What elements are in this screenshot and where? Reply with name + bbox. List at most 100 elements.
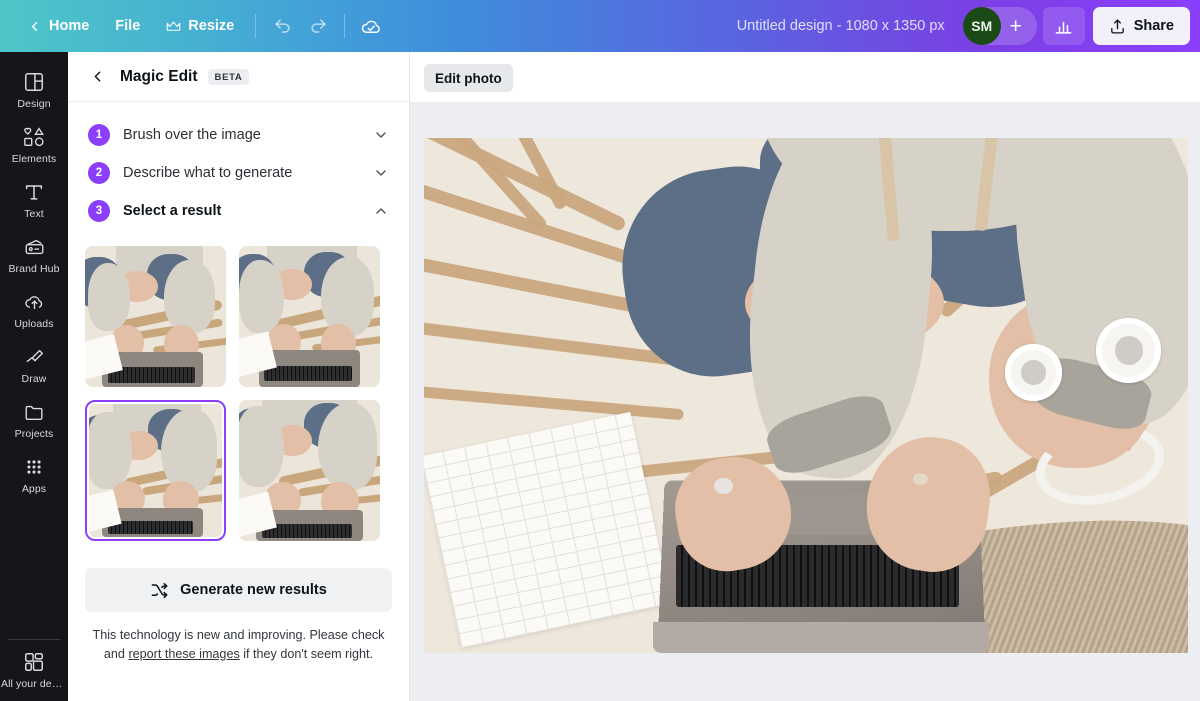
sidebar-item-label: Design bbox=[17, 98, 51, 110]
avatar[interactable]: SM bbox=[962, 7, 1001, 45]
result-thumbnail[interactable] bbox=[239, 246, 380, 387]
sidebar-item-label: All your desi... bbox=[1, 678, 67, 690]
brand-wallet-icon bbox=[23, 236, 46, 258]
step-label: Select a result bbox=[123, 203, 222, 219]
folder-icon bbox=[23, 401, 46, 423]
panel-header: Magic Edit BETA bbox=[68, 52, 409, 102]
magic-edit-panel: Magic Edit BETA 1 Brush over the image 2… bbox=[68, 52, 410, 701]
sidebar-item-label: Apps bbox=[21, 483, 47, 495]
sidebar-item-projects[interactable]: Projects bbox=[0, 392, 68, 447]
sidebar-item-draw[interactable]: Draw bbox=[0, 337, 68, 392]
sidebar-item-design[interactable]: Design bbox=[0, 62, 68, 117]
file-label: File bbox=[115, 18, 141, 34]
sidebar-item-label: Projects bbox=[14, 428, 54, 440]
step-brush-over-the-image[interactable]: 1 Brush over the image bbox=[85, 116, 392, 154]
report-these-images-link[interactable]: report these images bbox=[128, 647, 239, 661]
sidebar-item-elements[interactable]: Elements bbox=[0, 117, 68, 172]
sidebar-item-label: Uploads bbox=[14, 318, 54, 330]
sidebar-item-brand-hub[interactable]: Brand Hub bbox=[0, 227, 68, 282]
result-thumbnail[interactable] bbox=[85, 246, 226, 387]
chevron-up-icon[interactable] bbox=[373, 203, 389, 219]
sidebar-item-label: Elements bbox=[11, 153, 57, 165]
mini-photo bbox=[239, 400, 380, 541]
result-thumbnail-image bbox=[239, 246, 380, 387]
chevron-down-icon[interactable] bbox=[373, 127, 389, 143]
cloud-upload-icon bbox=[23, 291, 46, 313]
chevron-left-icon bbox=[27, 19, 42, 34]
sidebar-item-apps[interactable]: Apps bbox=[0, 447, 68, 502]
chevron-left-icon bbox=[89, 68, 106, 85]
collaborators-group: SM + bbox=[962, 7, 1037, 45]
insights-button[interactable] bbox=[1042, 7, 1085, 45]
sidebar-item-text[interactable]: Text bbox=[0, 172, 68, 227]
document-title[interactable]: Untitled design - 1080 x 1350 px bbox=[727, 18, 955, 34]
mini-photo bbox=[239, 246, 380, 387]
home-label: Home bbox=[49, 18, 90, 34]
invite-members-button[interactable]: + bbox=[1001, 9, 1031, 43]
pen-draw-icon bbox=[23, 346, 46, 368]
grid-dots-icon bbox=[23, 456, 45, 478]
mini-photo bbox=[89, 404, 222, 537]
top-toolbar-left-group: Home File Resize bbox=[14, 9, 389, 43]
share-upload-icon bbox=[1109, 18, 1126, 35]
result-thumbnail-selected[interactable] bbox=[85, 400, 226, 541]
file-menu-button[interactable]: File bbox=[102, 9, 153, 43]
headphone-earcup-left bbox=[1004, 344, 1062, 401]
ring-left-hand bbox=[714, 477, 733, 495]
top-toolbar: Home File Resize Untitled design - 1080 … bbox=[0, 0, 1200, 52]
sidebar-item-label: Text bbox=[24, 208, 44, 220]
disclaimer-line-2-suffix: if they don't seem right. bbox=[239, 647, 374, 661]
canva-editor-window: Home File Resize Untitled design - 1080 … bbox=[0, 0, 1200, 701]
shuffle-icon bbox=[150, 581, 169, 600]
sidebar-item-uploads[interactable]: Uploads bbox=[0, 282, 68, 337]
edit-photo-button[interactable]: Edit photo bbox=[424, 64, 513, 92]
sidebar-divider bbox=[8, 639, 60, 640]
redo-button[interactable] bbox=[300, 9, 336, 43]
design-artboard[interactable] bbox=[424, 138, 1188, 653]
results-grid bbox=[68, 230, 409, 541]
generate-new-results-label: Generate new results bbox=[180, 582, 327, 598]
cloud-saved-button[interactable] bbox=[353, 9, 389, 43]
canvas-toolbar bbox=[410, 52, 1200, 102]
panel-content: 1 Brush over the image 2 Describe what t… bbox=[68, 102, 409, 701]
laptop-front-edge bbox=[653, 622, 990, 653]
cloud-check-icon bbox=[360, 15, 383, 38]
share-button[interactable]: Share bbox=[1092, 7, 1190, 45]
step-describe-what-to-generate[interactable]: 2 Describe what to generate bbox=[85, 154, 392, 192]
beta-badge: BETA bbox=[207, 68, 250, 85]
design-layout-icon bbox=[23, 71, 45, 93]
step-number: 1 bbox=[88, 124, 110, 146]
text-t-icon bbox=[23, 181, 45, 203]
mini-photo bbox=[85, 246, 226, 387]
step-label: Describe what to generate bbox=[123, 165, 293, 181]
result-thumbnail-image bbox=[89, 404, 222, 537]
toolbar-divider-2 bbox=[344, 14, 346, 38]
disclaimer-line-2-prefix: and bbox=[103, 647, 129, 661]
crown-icon bbox=[166, 20, 181, 33]
generate-new-results-button[interactable]: Generate new results bbox=[85, 568, 392, 612]
earcup-hole bbox=[1020, 359, 1046, 385]
sidebar-item-all-your-designs[interactable]: All your desi... bbox=[0, 642, 68, 697]
shapes-icon bbox=[22, 126, 46, 148]
result-thumbnail[interactable] bbox=[239, 400, 380, 541]
undo-icon bbox=[273, 17, 292, 36]
canvas-photo bbox=[424, 138, 1188, 653]
toolbar-divider-1 bbox=[255, 14, 257, 38]
canvas-area: Edit photo bbox=[410, 52, 1200, 701]
home-button[interactable]: Home bbox=[14, 9, 102, 43]
share-label: Share bbox=[1133, 18, 1174, 34]
resize-button[interactable]: Resize bbox=[153, 9, 247, 43]
sidebar-bottom-group: All your desi... bbox=[0, 633, 68, 701]
step-number: 2 bbox=[88, 162, 110, 184]
headphone-earcup-right bbox=[1096, 318, 1162, 383]
result-thumbnail-image bbox=[239, 400, 380, 541]
undo-button[interactable] bbox=[264, 9, 300, 43]
step-number: 3 bbox=[88, 200, 110, 222]
panel-back-button[interactable] bbox=[84, 64, 110, 90]
chevron-down-icon[interactable] bbox=[373, 165, 389, 181]
step-select-a-result[interactable]: 3 Select a result bbox=[85, 192, 392, 230]
disclaimer-text: This technology is new and improving. Pl… bbox=[92, 626, 385, 664]
earcup-hole bbox=[1114, 336, 1144, 365]
step-label: Brush over the image bbox=[123, 127, 261, 143]
redo-icon bbox=[309, 17, 328, 36]
